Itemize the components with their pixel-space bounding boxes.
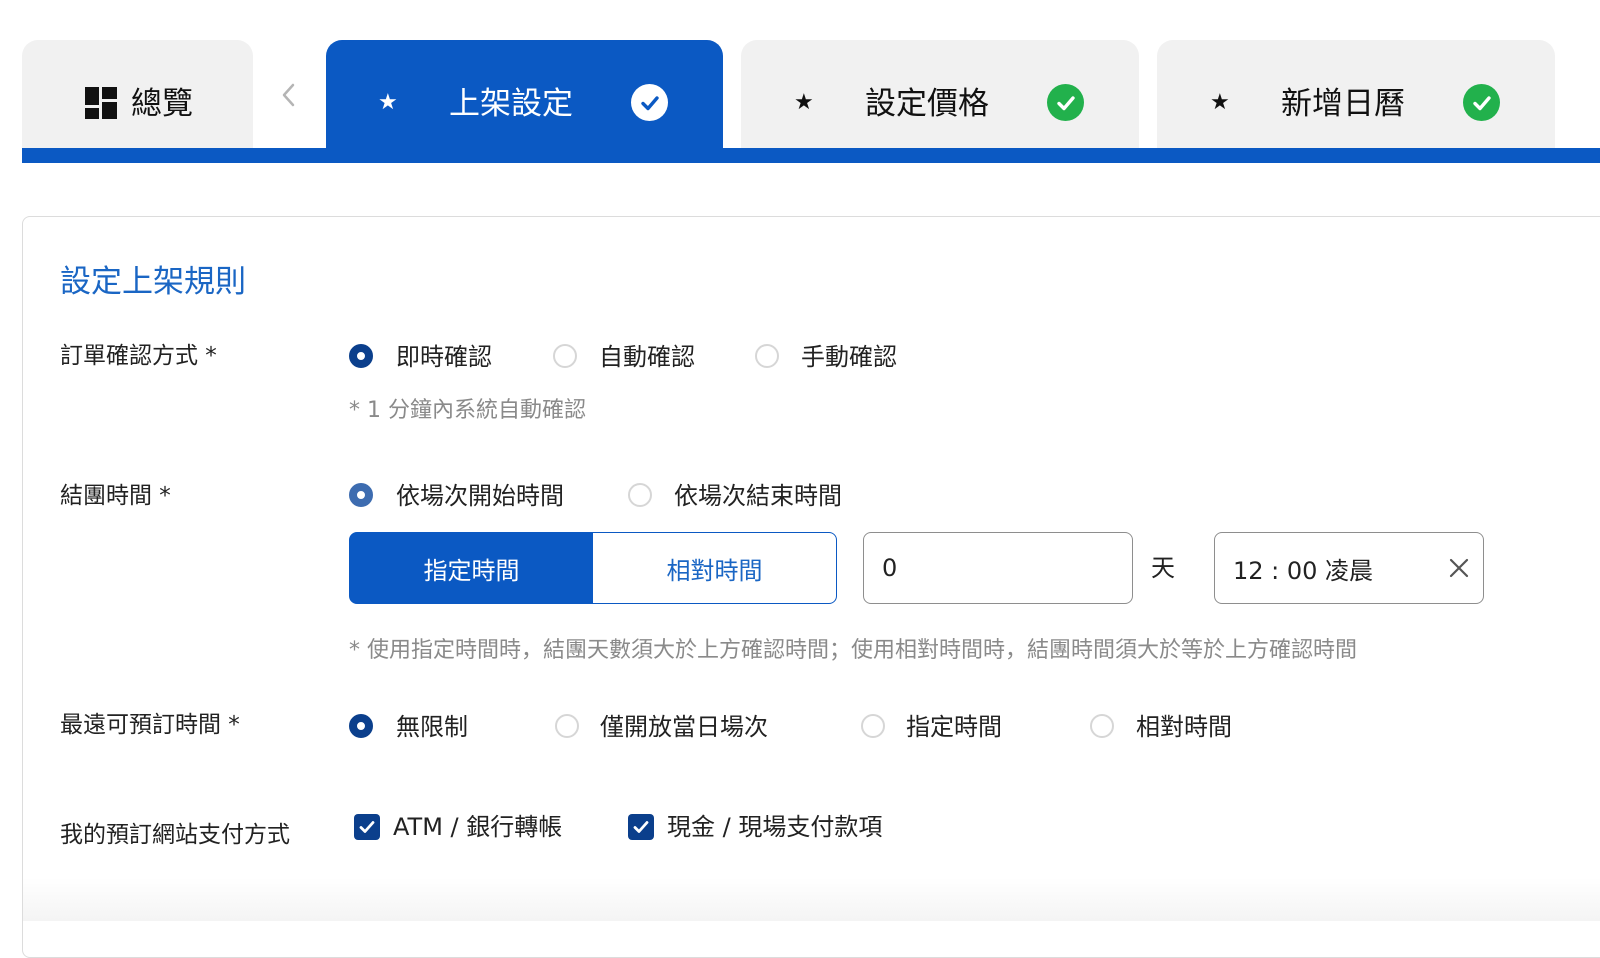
required-star-icon: ★ (378, 90, 398, 115)
check-circle-icon (631, 84, 668, 121)
radio-auto-confirm[interactable] (553, 344, 577, 368)
booking-window-label: 最遠可預訂時間 * (60, 712, 240, 738)
check-circle-icon (1463, 84, 1500, 121)
checkbox-atm-transfer[interactable] (354, 814, 380, 840)
checkbox-atm-transfer-label: ATM / 銀行轉帳 (393, 813, 563, 841)
time-input-value: 12 : 00 凌晨 (1233, 556, 1374, 585)
payment-methods-label: 我的預訂網站支付方式 (60, 822, 290, 848)
radio-by-session-end[interactable] (628, 483, 652, 507)
closing-time-label: 結團時間 * (60, 483, 171, 509)
radio-manual-confirm[interactable] (755, 344, 779, 368)
section-title: 設定上架規則 (60, 264, 246, 300)
check-circle-icon (1047, 84, 1084, 121)
radio-fixed-time[interactable] (861, 714, 885, 738)
radio-by-session-start-label: 依場次開始時間 (396, 482, 564, 510)
radio-same-day-only[interactable] (555, 714, 579, 738)
fixed-time-button[interactable]: 指定時間 (349, 532, 594, 604)
checkbox-cash-onsite-label: 現金 / 現場支付款項 (667, 813, 883, 841)
radio-same-day-only-label: 僅開放當日場次 (600, 713, 768, 741)
tab-listing-settings-label: 上架設定 (449, 86, 573, 122)
card-bottom-shade (23, 878, 1600, 921)
radio-manual-confirm-label: 手動確認 (801, 343, 897, 371)
tab-overview-label: 總覽 (131, 86, 193, 122)
days-input-value: 0 (882, 554, 898, 582)
clear-icon[interactable] (1448, 557, 1470, 579)
grid-icon (85, 87, 117, 119)
tab-set-price-label: 設定價格 (865, 86, 989, 122)
relative-time-button[interactable]: 相對時間 (592, 532, 837, 604)
radio-unlimited-label: 無限制 (396, 713, 468, 741)
closing-time-hint: * 使用指定時間時，結團天數須大於上方確認時間；使用相對時間時，結團時間須大於等… (349, 638, 1357, 663)
radio-fixed-time-label: 指定時間 (906, 713, 1002, 741)
checkbox-cash-onsite[interactable] (628, 814, 654, 840)
required-star-icon: ★ (1210, 90, 1230, 115)
radio-by-session-start[interactable] (349, 483, 373, 507)
chevron-left-icon[interactable] (281, 82, 297, 108)
radio-auto-confirm-label: 自動確認 (599, 343, 695, 371)
days-unit-label: 天 (1151, 554, 1175, 582)
confirmation-hint: * 1 分鐘內系統自動確認 (349, 398, 586, 423)
required-star-icon: ★ (794, 90, 814, 115)
time-input[interactable]: 12 : 00 凌晨 (1214, 532, 1484, 604)
radio-by-session-end-label: 依場次結束時間 (674, 482, 842, 510)
days-input[interactable]: 0 (863, 532, 1133, 604)
radio-unlimited[interactable] (349, 714, 373, 738)
radio-instant-confirm-label: 即時確認 (396, 343, 492, 371)
radio-relative-time[interactable] (1090, 714, 1114, 738)
confirmation-method-label: 訂單確認方式 * (60, 343, 217, 369)
radio-instant-confirm[interactable] (349, 344, 373, 368)
tab-underline (22, 148, 1600, 163)
radio-relative-time-label: 相對時間 (1136, 713, 1232, 741)
tab-add-calendar-label: 新增日曆 (1281, 86, 1405, 122)
